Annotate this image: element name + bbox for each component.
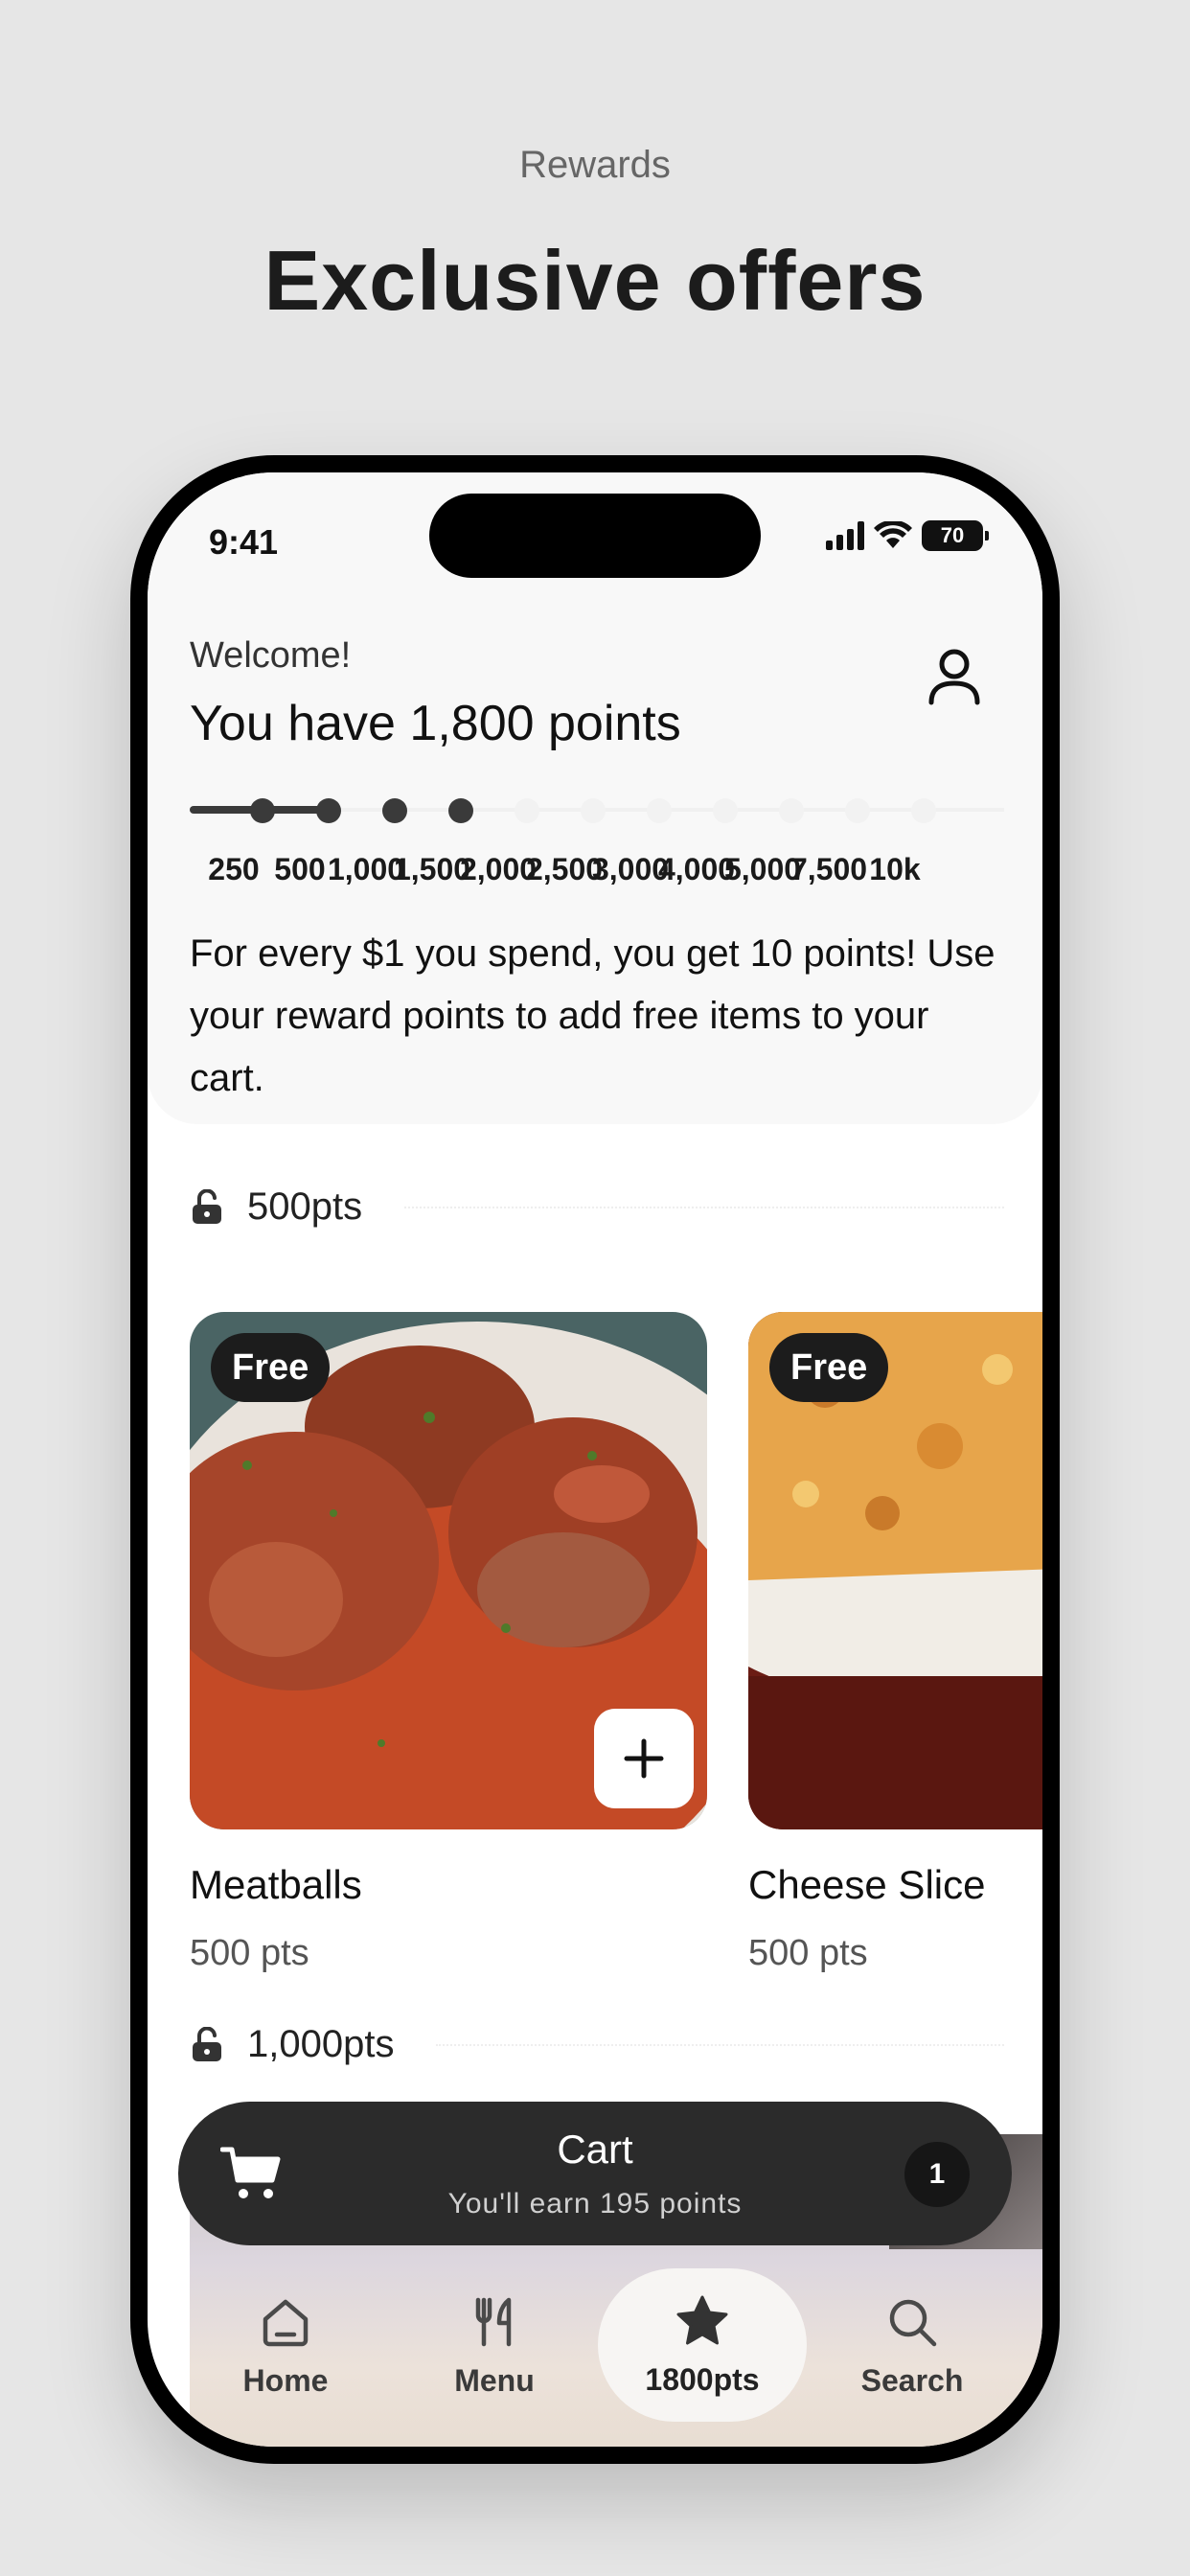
meatballs-photo[interactable]: Free xyxy=(190,1312,707,1829)
tab-label: Home xyxy=(242,2362,329,2398)
tier-dot xyxy=(382,798,407,823)
promo-title: Exclusive offers xyxy=(263,233,927,328)
reward-card-meatballs[interactable]: Free Meatballs 500 pts xyxy=(190,1312,707,1974)
status-indicators: 70 xyxy=(826,520,989,551)
section-divider xyxy=(404,1206,1004,1208)
tier-dot xyxy=(581,798,606,823)
tab-points[interactable]: 1800pts xyxy=(598,2268,807,2422)
free-badge: Free xyxy=(211,1333,331,1402)
tier-progress-track xyxy=(190,791,1004,829)
tier-labels: 250 500 1,000 1,500 2,000 2,500 3,000 4,000 5,00… xyxy=(190,852,1004,890)
welcome-text: Welcome! xyxy=(190,635,352,676)
cart-bar[interactable]: Cart You'll earn 195 points 1 xyxy=(178,2102,1012,2245)
reward-card-cheese-slice[interactable]: Free Cheese Slice 500 pts xyxy=(748,1312,1042,1974)
tier-dot xyxy=(316,798,341,823)
tab-bar: Home Menu 1800pts Search xyxy=(190,2265,1023,2427)
cart-title: Cart xyxy=(557,2127,633,2172)
add-to-cart-button[interactable] xyxy=(594,1709,694,1808)
phone-frame: 9:41 70 Welcome! You have 1,800 points 2… xyxy=(130,455,1060,2464)
tier-dot xyxy=(713,798,738,823)
app-screen: 9:41 70 Welcome! You have 1,800 points 2… xyxy=(148,472,1042,2447)
points-balance-title: You have 1,800 points xyxy=(190,696,681,751)
unlocked-lock-icon xyxy=(193,1188,221,1224)
section-header-500: 500pts xyxy=(190,1185,1004,1229)
cheese-slice-photo[interactable]: Free xyxy=(748,1312,1042,1829)
item-points: 500 pts xyxy=(190,1933,309,1973)
tab-menu[interactable]: Menu xyxy=(399,2265,590,2427)
tab-label: 1800pts xyxy=(645,2361,760,2397)
profile-icon[interactable] xyxy=(927,647,981,706)
section-divider xyxy=(436,2043,1004,2046)
tier-label: 250 xyxy=(208,852,260,886)
rewards-info-text: For every $1 you spend, you get 10 point… xyxy=(190,932,995,1099)
tab-label: Search xyxy=(860,2362,964,2398)
tab-search[interactable]: Search xyxy=(816,2265,1008,2427)
dynamic-island xyxy=(429,494,761,578)
tier-dot xyxy=(515,798,539,823)
item-points: 500 pts xyxy=(748,1933,868,1973)
search-icon xyxy=(889,2299,937,2346)
item-name: Meatballs xyxy=(190,1862,362,1907)
section-header-1000: 1,000pts xyxy=(190,2023,1004,2066)
tier-dot xyxy=(779,798,804,823)
tab-home[interactable]: Home xyxy=(190,2265,381,2427)
tier-label: 500 xyxy=(274,852,326,886)
tier-label: 7,500 xyxy=(790,852,868,886)
free-badge: Free xyxy=(769,1333,889,1402)
battery-icon: 70 xyxy=(922,520,989,551)
promo-kicker: Rewards xyxy=(519,144,671,186)
unlocked-lock-icon xyxy=(193,2026,221,2061)
plus-icon xyxy=(624,1738,664,1779)
signal-icon xyxy=(826,521,864,550)
wifi-icon xyxy=(874,521,912,548)
tier-dot xyxy=(911,798,936,823)
tier-dot xyxy=(647,798,672,823)
item-name: Cheese Slice xyxy=(748,1862,986,1907)
home-icon xyxy=(263,2299,309,2346)
section-label: 1,000pts xyxy=(247,2023,395,2065)
tab-label: Menu xyxy=(454,2362,535,2398)
star-icon xyxy=(676,2295,728,2344)
status-time: 9:41 xyxy=(209,522,279,562)
section-label: 500pts xyxy=(247,1185,363,1228)
tier-dot xyxy=(250,798,275,823)
cart-earn-text: You'll earn 195 points xyxy=(447,2188,743,2220)
tier-dot xyxy=(448,798,473,823)
tier-dot xyxy=(845,798,870,823)
cart-count-badge: 1 xyxy=(904,2142,970,2207)
utensils-icon xyxy=(475,2297,512,2346)
tier-label: 10k xyxy=(869,852,921,886)
